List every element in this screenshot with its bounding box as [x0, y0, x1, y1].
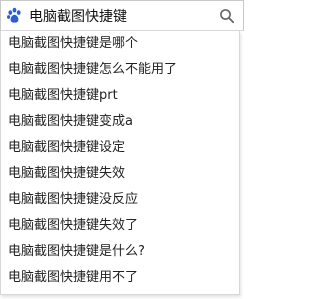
suggestion-item[interactable]: 电脑截图快捷键没反应	[1, 187, 239, 213]
suggestion-item[interactable]: 电脑截图快捷键失效了	[1, 213, 239, 239]
search-input[interactable]	[29, 4, 219, 27]
suggestion-item[interactable]: 电脑截图快捷键变成a	[1, 109, 239, 135]
baidu-paw-icon	[7, 7, 21, 23]
search-widget: 电脑截图快捷键是哪个 电脑截图快捷键怎么不能用了 电脑截图快捷键prt 电脑截图…	[0, 0, 244, 299]
suggestion-item[interactable]: 电脑截图快捷键失效	[1, 161, 239, 187]
suggestion-item[interactable]: 电脑截图快捷键是什么?	[1, 239, 239, 265]
suggestion-item[interactable]: 电脑截图快捷键设定	[1, 135, 239, 161]
suggestion-item[interactable]: 电脑截图快捷键怎么不能用了	[1, 57, 239, 83]
search-icon[interactable]	[219, 8, 235, 24]
suggestion-item[interactable]: 电脑截图快捷键是哪个	[1, 31, 239, 57]
suggestion-item[interactable]: 电脑截图快捷键用不了	[1, 265, 239, 291]
search-bar	[0, 0, 244, 31]
suggestion-item[interactable]: 电脑截图快捷键prt	[1, 83, 239, 109]
suggestion-dropdown: 电脑截图快捷键是哪个 电脑截图快捷键怎么不能用了 电脑截图快捷键prt 电脑截图…	[0, 31, 240, 295]
